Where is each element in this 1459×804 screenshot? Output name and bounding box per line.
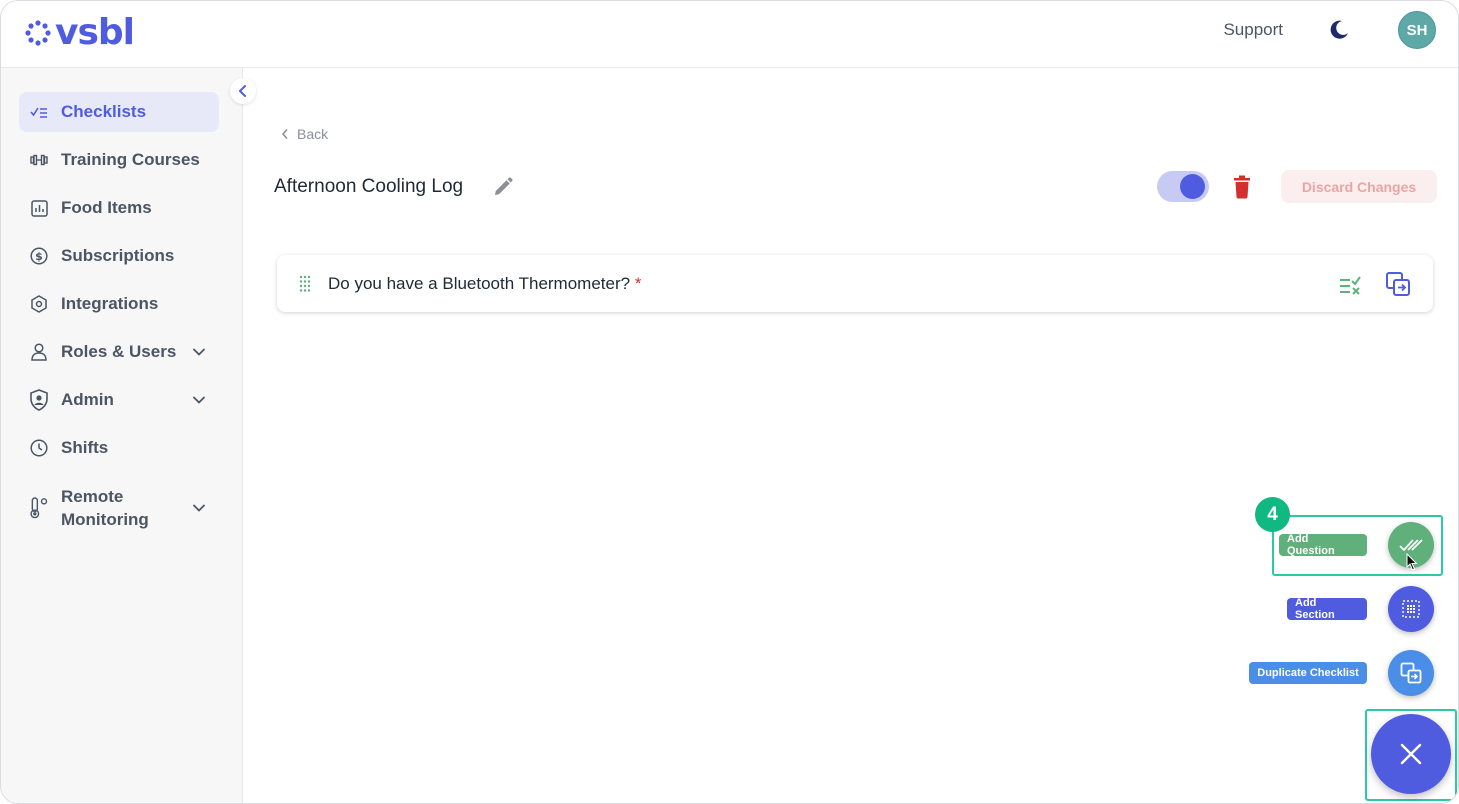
chevron-down-icon (193, 504, 205, 512)
discard-changes-button[interactable]: Discard Changes (1281, 170, 1437, 203)
sidebar-item-label: Remote Monitoring (61, 487, 149, 529)
sidebar-item-remote-monitoring[interactable]: Remote Monitoring (19, 480, 219, 536)
sidebar-item-label: Food Items (61, 198, 152, 217)
app-window: vsbl Support SH Checklists Training Cour… (0, 0, 1459, 804)
thermometer-icon (29, 497, 49, 519)
chart-icon (29, 198, 49, 218)
back-label: Back (297, 126, 329, 142)
logo-text: vsbl (55, 12, 135, 53)
chevron-left-icon (281, 128, 288, 140)
add-question-label[interactable]: Add Question (1279, 533, 1367, 557)
duplicate-checklist-label[interactable]: Duplicate Checklist (1249, 662, 1367, 684)
add-section-label[interactable]: Add Section (1287, 597, 1367, 621)
sidebar-item-checklists[interactable]: Checklists (19, 92, 219, 132)
duplicate-icon (1400, 662, 1422, 684)
logo-burst-icon (25, 20, 51, 46)
sidebar-item-label: Integrations (61, 294, 159, 313)
question-card[interactable]: Do you have a Bluetooth Thermometer? * (277, 255, 1433, 312)
sidebar-item-label: Shifts (61, 438, 109, 457)
avatar[interactable]: SH (1398, 11, 1436, 49)
question-text: Do you have a Bluetooth Thermometer? * (328, 274, 641, 294)
top-bar: vsbl Support SH (1, 1, 1458, 68)
active-toggle[interactable] (1157, 171, 1209, 202)
chevron-down-icon (193, 396, 205, 404)
sidebar-item-label: Training Courses (61, 150, 200, 169)
add-section-button[interactable] (1388, 586, 1434, 632)
dumbbell-icon (29, 150, 49, 170)
chevron-down-icon (193, 348, 205, 356)
sidebar-item-label: Admin (61, 390, 114, 409)
shield-user-icon (29, 389, 49, 411)
sidebar-item-subscriptions[interactable]: $ Subscriptions (19, 236, 219, 276)
close-icon (1400, 743, 1422, 765)
user-icon (29, 342, 49, 362)
sidebar-item-shifts[interactable]: Shifts (19, 428, 219, 468)
required-mark: * (634, 274, 642, 293)
support-link[interactable]: Support (1223, 20, 1283, 40)
logo[interactable]: vsbl (25, 12, 135, 53)
chevron-left-icon (238, 85, 246, 97)
grid-icon (1402, 600, 1420, 618)
dollar-icon: $ (29, 246, 49, 266)
clock-icon (29, 438, 49, 458)
sidebar-item-integrations[interactable]: Integrations (19, 284, 219, 324)
sidebar-item-roles-users[interactable]: Roles & Users (19, 332, 219, 372)
step-badge: 4 (1255, 497, 1290, 532)
sidebar-item-admin[interactable]: Admin (19, 380, 219, 420)
sidebar-item-label: Roles & Users (61, 342, 177, 361)
mouse-cursor-icon (1406, 553, 1418, 571)
sidebar-item-label: Checklists (61, 102, 147, 121)
duplicate-question-icon[interactable] (1385, 271, 1411, 297)
question-label: Do you have a Bluetooth Thermometer? (328, 274, 631, 293)
checklist-logic-icon[interactable] (1338, 272, 1362, 296)
sidebar-item-food-items[interactable]: Food Items (19, 188, 219, 228)
trash-icon[interactable] (1231, 175, 1253, 199)
sidebar-item-label: Subscriptions (61, 246, 175, 265)
collapse-sidebar-button[interactable] (230, 78, 256, 104)
double-check-icon (1399, 539, 1423, 552)
toggle-knob (1180, 174, 1205, 199)
sidebar-item-training-courses[interactable]: Training Courses (19, 140, 219, 180)
close-fab-button[interactable] (1371, 714, 1451, 794)
checklist-icon (29, 102, 49, 122)
svg-text:$: $ (35, 250, 43, 263)
integrations-icon (29, 294, 49, 314)
duplicate-checklist-button[interactable] (1388, 650, 1434, 696)
pencil-icon[interactable] (492, 176, 514, 198)
drag-handle-icon[interactable] (298, 275, 312, 293)
back-link[interactable]: Back (281, 126, 328, 142)
moon-icon[interactable] (1327, 18, 1351, 42)
checklist-title: Afternoon Cooling Log (274, 176, 464, 197)
